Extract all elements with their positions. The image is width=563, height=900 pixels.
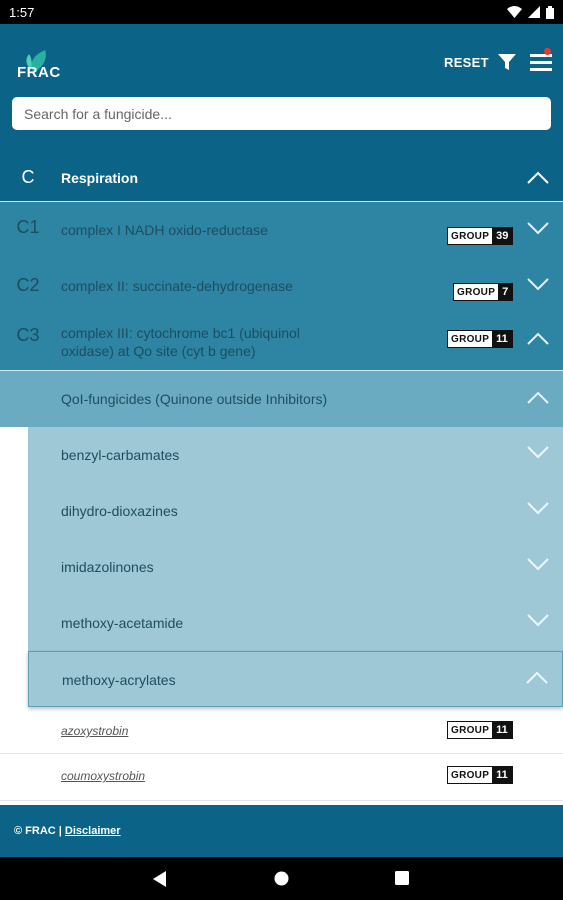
reset-button[interactable]: RESET [444,55,489,70]
battery-icon [546,5,554,19]
active-ingredient-link[interactable]: coumoxystrobin [61,769,145,783]
active-ingredient-row: azoxystrobin GROUP 11 [0,710,563,754]
app-header: FRAC RESET [0,24,563,154]
group-title: QoI-fungicides (Quinone outside Inhibito… [61,391,328,407]
chemical-group-item[interactable]: methoxy-acetamide [0,595,563,651]
subsection-code: C1 [16,217,40,237]
chemical-group-item[interactable]: dihydro-dioxazines [0,483,563,539]
group-badge: GROUP 11 [447,330,513,348]
group-badge: GROUP 7 [453,283,514,301]
filter-icon[interactable] [497,52,517,72]
system-nav-bar [0,857,563,900]
section-respiration[interactable]: C Respiration [0,154,563,202]
chevron-down-icon [527,558,549,571]
chemical-group-item[interactable]: benzyl-carbamates [0,427,563,483]
subsection-title-line2: oxidase) at Qo site (cyt b gene) [61,343,256,359]
chemical-group-label: dihydro-dioxazines [61,503,178,519]
subsection-title: complex I NADH oxido-reductase [61,222,268,238]
subsection-code: C2 [16,275,40,295]
subsection-title-line1: complex III: cytochrome bc1 (ubiquinol [61,325,300,341]
signal-icon [528,6,540,18]
group-badge: GROUP 11 [447,766,513,784]
subsection-c2[interactable]: C2 complex II: succinate-dehydrogenase G… [0,261,563,317]
copyright-text: © FRAC | [14,825,62,837]
back-icon[interactable] [153,871,167,887]
subsection-code: C3 [16,325,40,345]
chevron-down-icon [527,446,549,459]
subsection-c1[interactable]: C1 complex I NADH oxido-reductase GROUP 3… [0,205,563,261]
section-code: C [21,167,35,187]
section-title: Respiration [61,169,139,186]
chevron-down-icon [527,222,549,235]
status-time: 1:57 [9,4,35,20]
group-badge: GROUP 11 [447,721,513,739]
active-ingredient-row: coumoxystrobin GROUP 11 [0,755,563,801]
chemical-group-item[interactable]: imidazolinones [0,539,563,595]
status-bar: 1:57 [0,0,563,24]
footer: © FRAC | Disclaimer [0,805,563,857]
chevron-down-icon [527,278,549,291]
chemical-group-label: imidazolinones [61,559,154,575]
search-input[interactable] [12,97,551,130]
chemical-group-label: methoxy-acetamide [61,615,184,631]
chevron-up-icon [527,332,549,345]
subsection-c3[interactable]: C3 complex III: cytochrome bc1 (ubiquino… [0,317,563,370]
chemical-group-label: methoxy-acrylates [62,672,176,688]
chevron-up-icon [527,391,549,404]
chevron-down-icon [527,614,549,627]
logo-text: FRAC [17,64,61,81]
chevron-down-icon [527,502,549,515]
wifi-icon [507,6,522,18]
subsection-title: complex II: succinate-dehydrogenase [61,278,293,294]
group-badge: GROUP 39 [447,227,514,245]
chemical-group-item-expanded[interactable]: methoxy-acrylates [28,651,563,707]
disclaimer-link[interactable]: Disclaimer [65,825,121,837]
home-icon[interactable] [274,871,289,886]
active-ingredient-link[interactable]: azoxystrobin [61,724,128,738]
menu-button[interactable] [529,48,553,74]
notification-dot [544,48,551,55]
group-qoi-fungicides[interactable]: QoI-fungicides (Quinone outside Inhibito… [0,370,563,427]
chevron-up-icon [526,671,548,684]
chemical-group-label: benzyl-carbamates [61,447,180,463]
recents-icon[interactable] [395,871,409,885]
chevron-up-icon [527,171,549,184]
